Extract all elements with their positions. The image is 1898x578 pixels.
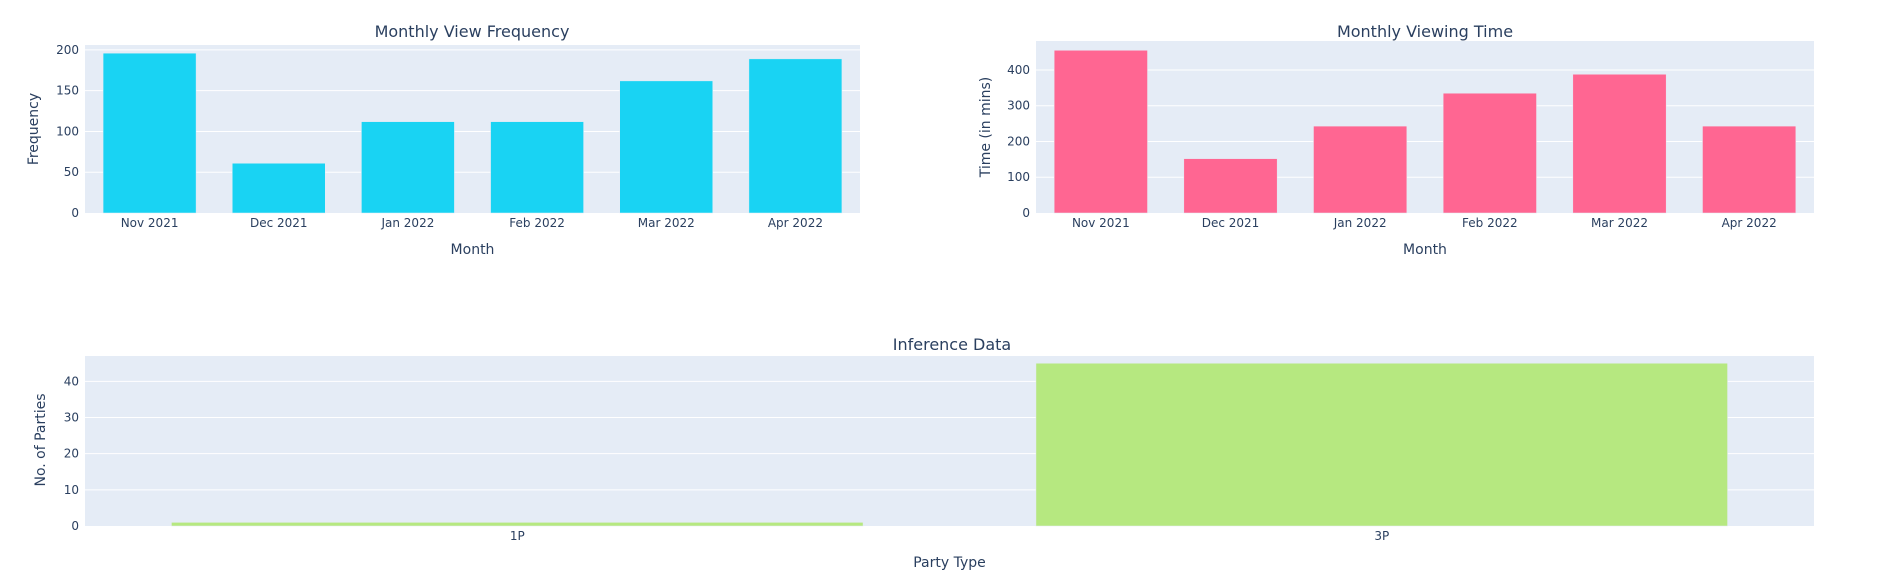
y-tick-label: 30	[64, 410, 79, 424]
x-axis-title: Month	[451, 242, 495, 258]
y-axis-title: Frequency	[26, 93, 42, 165]
chart-title: Monthly View Frequency	[375, 22, 570, 41]
plot-area-0	[85, 45, 860, 213]
bar-apr-2022	[1702, 125, 1797, 214]
plot-area-1	[1036, 41, 1814, 213]
y-tick-label: 0	[1022, 206, 1030, 220]
y-tick-label: 40	[64, 374, 79, 388]
y-axis-title: No. of Parties	[33, 393, 49, 486]
x-tick-label: 3P	[1374, 529, 1389, 543]
bar-jan-2022	[361, 121, 455, 214]
y-tick-label: 400	[1007, 63, 1030, 77]
x-tick-label: Apr 2022	[768, 216, 823, 230]
x-tick-label: Dec 2021	[250, 216, 308, 230]
y-tick-label: 100	[1007, 170, 1030, 184]
x-tick-label: Feb 2022	[1462, 216, 1518, 230]
x-tick-label: Mar 2022	[1591, 216, 1648, 230]
y-tick-label: 50	[64, 165, 79, 179]
bar-nov-2021	[102, 52, 197, 214]
x-tick-label: Nov 2021	[121, 216, 179, 230]
y-tick-label: 0	[71, 206, 79, 220]
bar-1p	[171, 522, 864, 527]
y-tick-label: 300	[1007, 99, 1030, 113]
bar-nov-2021	[1053, 50, 1148, 214]
y-tick-label: 100	[56, 124, 79, 138]
x-tick-label: Feb 2022	[509, 216, 565, 230]
x-tick-label: Dec 2021	[1202, 216, 1260, 230]
y-tick-label: 0	[71, 519, 79, 533]
bar-3p	[1035, 362, 1728, 527]
x-tick-label: Nov 2021	[1072, 216, 1130, 230]
x-axis-title: Party Type	[913, 555, 986, 571]
chart-title: Inference Data	[893, 335, 1011, 354]
bar-feb-2022	[1442, 92, 1537, 214]
y-tick-label: 200	[56, 43, 79, 57]
y-tick-label: 20	[64, 447, 79, 461]
figure: 0 50 100 150 200 Nov 2021 Dec 2021 Jan 2022 Feb …	[0, 0, 1898, 578]
y-tick-label: 10	[64, 483, 79, 497]
x-tick-label: Jan 2022	[1333, 216, 1387, 230]
x-tick-label: Apr 2022	[1722, 216, 1777, 230]
bar-dec-2021	[1183, 158, 1278, 214]
y-tick-label: 150	[56, 84, 79, 98]
bar-dec-2021	[232, 163, 326, 214]
bar-apr-2022	[748, 58, 843, 214]
chart-title: Monthly Viewing Time	[1337, 22, 1513, 41]
x-tick-label: Mar 2022	[638, 216, 695, 230]
bar-jan-2022	[1313, 125, 1408, 214]
y-tick-label: 200	[1007, 134, 1030, 148]
x-tick-label: Jan 2022	[380, 216, 434, 230]
y-axis-title: Time (in mins)	[978, 77, 994, 179]
bar-feb-2022	[490, 121, 584, 214]
chart-canvas: 050100150200Nov 2021 Dec 2021 Jan 2022 Feb …	[26, 22, 1814, 571]
bar-mar-2022	[619, 80, 713, 214]
x-axis-title: Month	[1403, 242, 1447, 258]
x-tick-label: 1P	[510, 529, 525, 543]
bar-mar-2022	[1572, 74, 1667, 214]
